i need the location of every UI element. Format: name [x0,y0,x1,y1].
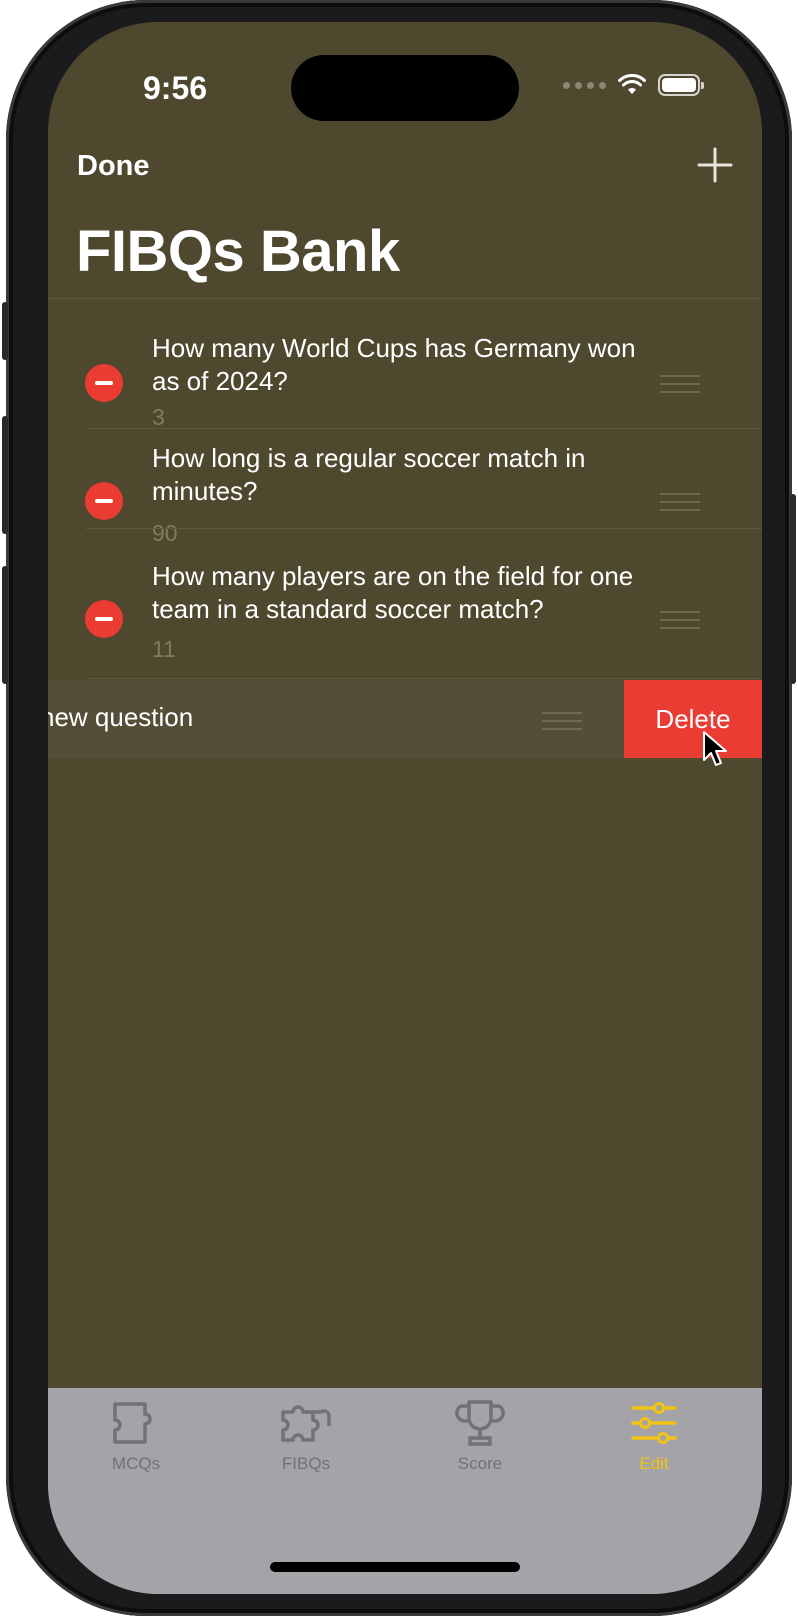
list-item[interactable]: How many players are on the field for on… [48,528,762,678]
question-text: new question [48,702,194,732]
list-item[interactable]: How many World Cups has Germany won as o… [48,298,762,430]
cellular-dots-icon [563,81,606,89]
tab-label: Score [457,1454,503,1473]
screen: 9:56 Done FIBQs Bank How many World Cups… [48,22,762,1594]
tab-mcqs[interactable]: MCQs [76,1398,196,1474]
tab-label: FIBQs [281,1454,331,1473]
answer-text: 3 [152,404,165,430]
tab-label: Edit [639,1454,669,1473]
row-divider [86,678,762,679]
action-button [2,302,8,360]
delete-button[interactable]: Delete [624,680,762,758]
wifi-icon [618,74,646,94]
reorder-handle-icon[interactable] [660,375,700,395]
tab-edit[interactable]: Edit [594,1398,714,1474]
trophy-icon [455,1400,505,1446]
delete-toggle-button[interactable] [85,482,123,520]
list-item[interactable]: How long is a regular soccer match in mi… [48,428,762,546]
tab-label: MCQs [111,1454,161,1473]
tab-fibqs[interactable]: FIBQs [246,1398,366,1474]
status-icons [563,74,704,96]
reorder-handle-icon[interactable] [660,493,700,513]
delete-toggle-button[interactable] [85,364,123,402]
plus-icon[interactable] [696,146,734,184]
question-text: How many World Cups has Germany won as o… [152,333,636,396]
question-text: How many players are on the field for on… [152,561,634,624]
phone-frame: 9:56 Done FIBQs Bank How many World Cups… [2,0,796,1616]
question-text: How long is a regular soccer match in mi… [152,443,586,506]
tab-score[interactable]: Score [420,1398,540,1474]
home-indicator[interactable] [270,1562,520,1572]
done-button[interactable]: Done [77,150,150,183]
puzzle-piece-icon [113,1402,152,1444]
volume-down-button [2,566,8,684]
battery-icon [658,74,704,96]
power-button [790,494,796,684]
mouse-cursor-icon [703,731,727,766]
puzzle-icon [281,1405,331,1442]
page-title: FIBQs Bank [76,219,400,284]
volume-up-button [2,416,8,534]
reorder-handle-icon[interactable] [542,712,582,732]
answer-text: 11 [152,636,176,662]
sliders-icon [631,1402,677,1444]
delete-toggle-button[interactable] [85,600,123,638]
status-time: 9:56 [143,70,208,106]
dynamic-island [291,55,519,121]
reorder-handle-icon[interactable] [660,611,700,631]
